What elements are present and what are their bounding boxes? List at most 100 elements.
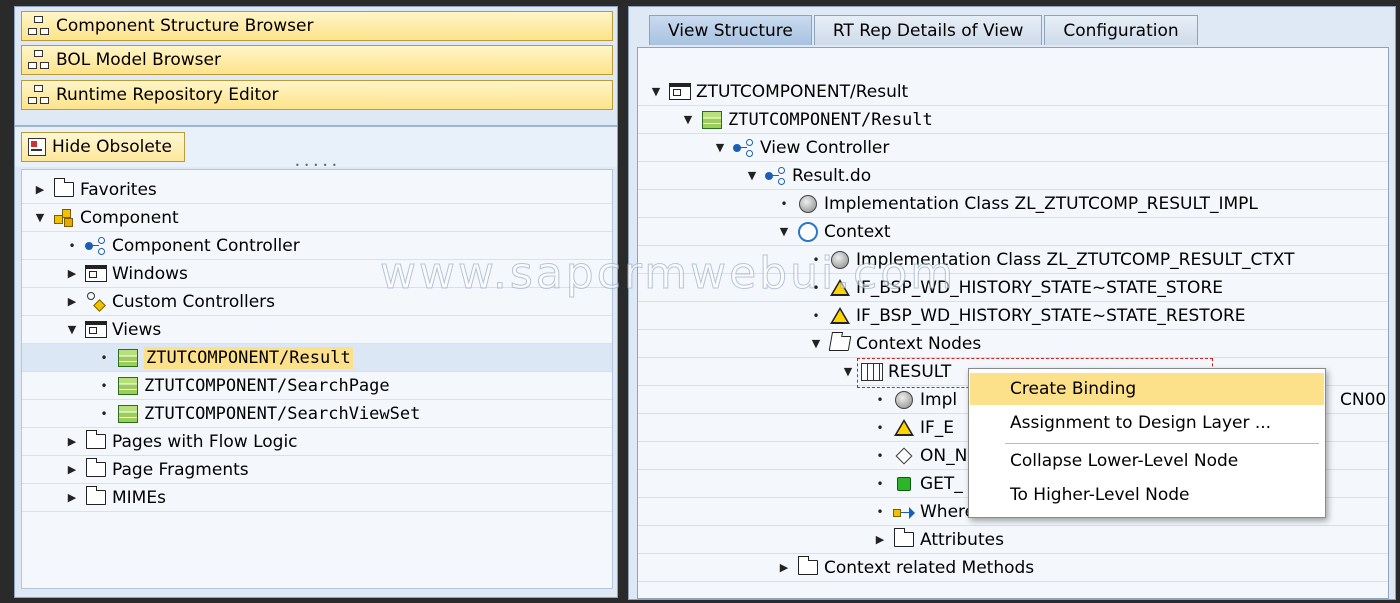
collapsed-arrow-icon[interactable]: ▶	[64, 267, 80, 280]
green-square-icon	[892, 474, 916, 494]
tree-node-label: Favorites	[80, 179, 157, 200]
tree-node-label: Pages with Flow Logic	[112, 431, 298, 452]
collapsed-arrow-icon[interactable]: ▶	[64, 295, 80, 308]
collapsed-arrow-icon[interactable]: ▶	[32, 183, 48, 196]
menu-item-label: Collapse Lower-Level Node	[1010, 451, 1239, 471]
tree-node-implementation-class-zl-ztutcomp-result-ctxt[interactable]: • Implementation Class ZL_ZTUTCOMP_RESULT…	[638, 246, 1388, 274]
tree-node-if-bsp-wd-history-state-state-restore[interactable]: • IF_BSP_WD_HISTORY_STATE~STATE_RESTORE	[638, 302, 1388, 330]
tab-strip: View Structure RT Rep Details of View Co…	[649, 15, 1200, 45]
tree-node-label: Context	[824, 221, 891, 242]
expanded-arrow-icon[interactable]: ▼	[648, 85, 664, 98]
collapsed-arrow-icon[interactable]: ▶	[776, 561, 792, 574]
tab-configuration[interactable]: Configuration	[1044, 15, 1198, 45]
tree-node-favorites[interactable]: ▶ Favorites	[22, 176, 612, 204]
expanded-arrow-icon[interactable]: ▼	[744, 169, 760, 182]
tree-node-label: Views	[112, 319, 162, 340]
warning-icon	[828, 278, 852, 298]
tree-node-label: ZTUTCOMPONENT/Result	[144, 346, 353, 369]
tree-node-custom-controllers[interactable]: ▶ Custom Controllers	[22, 288, 612, 316]
tree-node-ztutcomponent-result[interactable]: • ZTUTCOMPONENT/Result	[22, 344, 612, 372]
hierarchy-icon	[28, 85, 50, 105]
leaf-bullet: •	[812, 252, 820, 267]
tree-node-context[interactable]: ▼ Context	[638, 218, 1388, 246]
warning-icon	[828, 306, 852, 326]
class-icon	[892, 390, 916, 410]
expanded-arrow-icon[interactable]: ▼	[808, 337, 824, 350]
collapsed-arrow-icon[interactable]: ▶	[64, 491, 80, 504]
leaf-bullet: •	[100, 406, 108, 421]
expanded-arrow-icon[interactable]: ▼	[776, 225, 792, 238]
tree-node-page-fragments[interactable]: ▶ Page Fragments	[22, 456, 612, 484]
view-icon	[116, 348, 140, 368]
menu-item-collapse-lower-level[interactable]: Collapse Lower-Level Node	[970, 445, 1324, 477]
menu-item-assignment-design-layer[interactable]: Assignment to Design Layer ...	[970, 407, 1324, 439]
tree-node-context-related-methods[interactable]: ▶ Context related Methods	[638, 554, 1388, 582]
tree-node-ztutcomponent-searchpage[interactable]: • ZTUTCOMPONENT/SearchPage	[22, 372, 612, 400]
tree-node-views[interactable]: ▼ Views	[22, 316, 612, 344]
tree-node-label: Custom Controllers	[112, 291, 276, 312]
leaf-bullet: •	[876, 448, 884, 463]
tree-node-label: RESULT	[888, 361, 952, 382]
folder-icon	[84, 458, 108, 480]
nav-button-label: Component Structure Browser	[56, 16, 314, 36]
where-used-icon	[892, 502, 916, 522]
tree-node-mimes[interactable]: ▶ MIMEs	[22, 484, 612, 512]
tree-node-if-bsp-wd-history-state-state-store[interactable]: • IF_BSP_WD_HISTORY_STATE~STATE_STORE	[638, 274, 1388, 302]
warning-icon	[892, 418, 916, 438]
expanded-arrow-icon[interactable]: ▼	[712, 141, 728, 154]
tab-view-structure[interactable]: View Structure	[649, 15, 812, 45]
leaf-bullet: •	[876, 392, 884, 407]
expanded-arrow-icon[interactable]: ▼	[680, 113, 696, 126]
menu-item-label: Create Binding	[1010, 379, 1137, 399]
tree-node-label: IF_E	[920, 417, 955, 438]
view-icon	[116, 376, 140, 396]
expanded-arrow-icon[interactable]: ▼	[64, 323, 80, 336]
menu-item-to-higher-level[interactable]: To Higher-Level Node	[970, 479, 1324, 511]
tree-node-ztutcomponent-result[interactable]: ▼ ZTUTCOMPONENT/Result	[638, 78, 1388, 106]
tree-node-pages-with-flow-logic[interactable]: ▶ Pages with Flow Logic	[22, 428, 612, 456]
hide-obsolete-button[interactable]: Hide Obsolete	[21, 132, 185, 162]
tree-node-label: ZTUTCOMPONENT/SearchPage	[144, 375, 390, 396]
collapsed-arrow-icon[interactable]: ▶	[64, 463, 80, 476]
tree-node-ztutcomponent-result[interactable]: ▼ ZTUTCOMPONENT/Result	[638, 106, 1388, 134]
view-icon	[116, 404, 140, 424]
tree-node-ztutcomponent-searchviewset[interactable]: • ZTUTCOMPONENT/SearchViewSet	[22, 400, 612, 428]
menu-item-create-binding[interactable]: Create Binding	[970, 373, 1324, 405]
leaf-bullet: •	[100, 350, 108, 365]
collapsed-arrow-icon[interactable]: ▶	[64, 435, 80, 448]
window-icon	[84, 320, 108, 340]
tree-node-implementation-class-zl-ztutcomp-result-impl[interactable]: • Implementation Class ZL_ZTUTCOMP_RESULT…	[638, 190, 1388, 218]
bol-model-browser-button[interactable]: BOL Model Browser	[21, 45, 613, 75]
leaf-bullet: •	[780, 196, 788, 211]
nav-button-label: Runtime Repository Editor	[56, 85, 279, 105]
menu-item-label: To Higher-Level Node	[1010, 485, 1190, 505]
tree-node-component-controller[interactable]: • Component Controller	[22, 232, 612, 260]
tree-node-context-nodes[interactable]: ▼ Context Nodes	[638, 330, 1388, 358]
tab-rt-rep-details[interactable]: RT Rep Details of View	[813, 15, 1043, 45]
collapsed-arrow-icon[interactable]: ▶	[872, 533, 888, 546]
leaf-bullet: •	[812, 280, 820, 295]
runtime-repository-editor-button[interactable]: Runtime Repository Editor	[21, 80, 613, 110]
folder-icon	[796, 556, 820, 578]
tree-node-label: Windows	[112, 263, 188, 284]
menu-item-label: Assignment to Design Layer ...	[1010, 413, 1272, 433]
tree-node-label: Component Controller	[112, 235, 300, 256]
tree-node-component[interactable]: ▼ Component	[22, 204, 612, 232]
component-icon	[52, 208, 76, 228]
tree-node-label: IF_BSP_WD_HISTORY_STATE~STATE_STORE	[856, 277, 1223, 298]
folder-icon	[84, 430, 108, 452]
folder-icon	[892, 528, 916, 550]
component-structure-browser-button[interactable]: Component Structure Browser	[21, 11, 613, 41]
expanded-arrow-icon[interactable]: ▼	[840, 365, 856, 378]
tree-node-windows[interactable]: ▶ Windows	[22, 260, 612, 288]
controller-icon	[84, 236, 108, 256]
tree-node-result-do[interactable]: ▼ Result.do	[638, 162, 1388, 190]
leaf-bullet: •	[876, 476, 884, 491]
context-menu: Create Binding Assignment to Design Laye…	[968, 368, 1326, 518]
tree-node-label: MIMEs	[112, 487, 166, 508]
tree-node-view-controller[interactable]: ▼ View Controller	[638, 134, 1388, 162]
expanded-arrow-icon[interactable]: ▼	[32, 211, 48, 224]
tree-node-attributes[interactable]: ▶ Attributes	[638, 526, 1388, 554]
window-icon	[668, 82, 692, 102]
nav-button-label: BOL Model Browser	[56, 50, 221, 70]
